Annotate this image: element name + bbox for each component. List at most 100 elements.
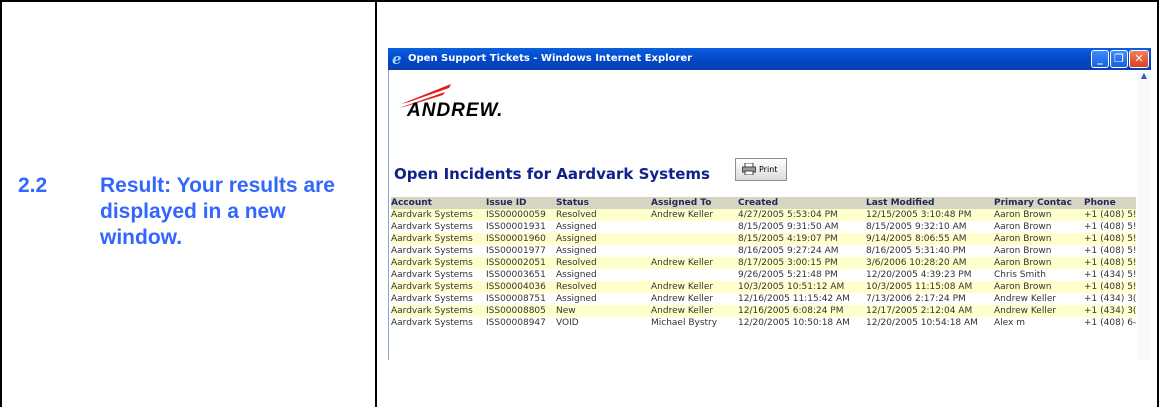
- cell-phone: +1 (408) 6-: [1084, 318, 1136, 328]
- vertical-scrollbar[interactable]: ▲: [1137, 70, 1151, 360]
- print-button[interactable]: Print: [735, 158, 787, 181]
- browser-content: ANDREW. Open Incidents for Aardvark Syst…: [388, 70, 1151, 360]
- cell-status: Assigned: [556, 294, 597, 304]
- table-row[interactable]: Aardvark Systems ISS00004036 Resolved Andre…: [391, 281, 1136, 293]
- table-row[interactable]: Aardvark Systems ISS00002051 Resolved Andre…: [391, 257, 1136, 269]
- step-text: Result: Your results are displayed in a …: [100, 174, 335, 249]
- table-row[interactable]: Aardvark Systems ISS00008805 New Andrew Kel…: [391, 305, 1136, 317]
- cell-account: Aardvark Systems: [391, 270, 473, 280]
- cell-issue-id: ISS00001977: [486, 246, 546, 256]
- browser-title: Open Support Tickets - Windows Internet …: [408, 53, 693, 64]
- table-row[interactable]: Aardvark Systems ISS00001931 Assigned 8/15/…: [391, 221, 1136, 233]
- print-label: Print: [759, 165, 778, 174]
- cell-phone: +1 (434) 3(: [1084, 306, 1136, 316]
- table-row[interactable]: Aardvark Systems ISS00001960 Assigned 8/15/…: [391, 233, 1136, 245]
- cell-issue-id: ISS00003651: [486, 270, 546, 280]
- table-border-left: [0, 0, 2, 407]
- cell-last-modified: 12/20/2005 4:39:23 PM: [866, 270, 972, 280]
- cell-phone: +1 (408) 5!: [1084, 210, 1136, 220]
- cell-last-modified: 8/16/2005 5:31:40 PM: [866, 246, 966, 256]
- maximize-button[interactable]: ❐: [1110, 50, 1128, 68]
- step-number: 2.2: [18, 174, 48, 197]
- column-header-phone[interactable]: Phone: [1084, 197, 1136, 209]
- cell-status: VOID: [556, 318, 579, 328]
- cell-account: Aardvark Systems: [391, 282, 473, 292]
- printer-icon: [742, 163, 756, 175]
- table-row[interactable]: Aardvark Systems ISS00001977 Assigned 8/16/…: [391, 245, 1136, 257]
- cell-primary-contact: Aaron Brown: [994, 210, 1052, 220]
- close-button[interactable]: ✕: [1129, 50, 1149, 68]
- column-header-account[interactable]: Account: [391, 197, 486, 209]
- scroll-up-arrow-icon[interactable]: ▲: [1139, 71, 1149, 81]
- cell-created: 9/26/2005 5:21:48 PM: [738, 270, 838, 280]
- cell-last-modified: 3/6/2006 10:28:20 AM: [866, 258, 967, 268]
- cell-phone: +1 (408) 5!: [1084, 258, 1136, 268]
- cell-issue-id: ISS00001960: [486, 234, 546, 244]
- table-row[interactable]: Aardvark Systems ISS00000059 Resolved Andre…: [391, 209, 1136, 221]
- column-header-last-modified[interactable]: Last Modified: [866, 197, 994, 209]
- incidents-table: Account Issue ID Status Assigned To Crea…: [391, 197, 1136, 329]
- minimize-button[interactable]: _: [1091, 50, 1109, 68]
- cell-last-modified: 12/20/2005 10:54:18 AM: [866, 318, 978, 328]
- table-column-divider: [375, 0, 377, 407]
- cell-phone: +1 (434) 5!: [1084, 270, 1136, 280]
- cell-phone: +1 (434) 3(: [1084, 294, 1136, 304]
- browser-title-bar[interactable]: e Open Support Tickets - Windows Interne…: [388, 48, 1151, 70]
- column-header-issue-id[interactable]: Issue ID: [486, 197, 556, 209]
- cell-phone: +1 (408) 5!: [1084, 234, 1136, 244]
- cell-primary-contact: Aaron Brown: [994, 282, 1052, 292]
- browser-window-screenshot: e Open Support Tickets - Windows Interne…: [388, 48, 1151, 360]
- cell-issue-id: ISS00008947: [486, 318, 546, 328]
- cell-assigned-to: Andrew Keller: [651, 306, 714, 316]
- cell-status: Assigned: [556, 246, 597, 256]
- column-header-status[interactable]: Status: [556, 197, 651, 209]
- cell-account: Aardvark Systems: [391, 294, 473, 304]
- cell-status: Assigned: [556, 270, 597, 280]
- cell-primary-contact: Alex m: [994, 318, 1025, 328]
- cell-created: 10/3/2005 10:51:12 AM: [738, 282, 845, 292]
- cell-primary-contact: Chris Smith: [994, 270, 1046, 280]
- cell-assigned-to: Andrew Keller: [651, 294, 714, 304]
- table-row[interactable]: Aardvark Systems ISS00008751 Assigned Andre…: [391, 293, 1136, 305]
- table-row[interactable]: Aardvark Systems ISS00008947 VOID Michael B…: [391, 317, 1136, 329]
- cell-primary-contact: Aaron Brown: [994, 258, 1052, 268]
- table-row[interactable]: Aardvark Systems ISS00003651 Assigned 9/26/…: [391, 269, 1136, 281]
- cell-issue-id: ISS00004036: [486, 282, 546, 292]
- cell-phone: +1 (408) 5!: [1084, 246, 1136, 256]
- andrew-logo: ANDREW.: [407, 100, 504, 121]
- cell-assigned-to: Andrew Keller: [651, 282, 714, 292]
- table-border-top: [0, 0, 1159, 2]
- cell-last-modified: 10/3/2005 11:15:08 AM: [866, 282, 973, 292]
- cell-issue-id: ISS00000059: [486, 210, 546, 220]
- cell-last-modified: 12/17/2005 2:12:04 AM: [866, 306, 973, 316]
- cell-account: Aardvark Systems: [391, 258, 473, 268]
- internet-explorer-icon: e: [392, 50, 402, 68]
- cell-created: 12/16/2005 11:15:42 AM: [738, 294, 850, 304]
- cell-primary-contact: Aaron Brown: [994, 222, 1052, 232]
- cell-account: Aardvark Systems: [391, 234, 473, 244]
- cell-primary-contact: Andrew Keller: [994, 306, 1057, 316]
- cell-primary-contact: Aaron Brown: [994, 246, 1052, 256]
- cell-account: Aardvark Systems: [391, 210, 473, 220]
- cell-status: Resolved: [556, 210, 597, 220]
- table-header-row: Account Issue ID Status Assigned To Crea…: [391, 197, 1136, 209]
- cell-account: Aardvark Systems: [391, 306, 473, 316]
- cell-last-modified: 7/13/2006 2:17:24 PM: [866, 294, 966, 304]
- cell-phone: +1 (408) 5!: [1084, 282, 1136, 292]
- cell-created: 12/20/2005 10:50:18 AM: [738, 318, 850, 328]
- cell-account: Aardvark Systems: [391, 222, 473, 232]
- cell-created: 8/16/2005 9:27:24 AM: [738, 246, 839, 256]
- cell-last-modified: 12/15/2005 3:10:48 PM: [866, 210, 972, 220]
- column-header-assigned-to[interactable]: Assigned To: [651, 197, 738, 209]
- cell-last-modified: 9/14/2005 8:06:55 AM: [866, 234, 967, 244]
- cell-primary-contact: Aaron Brown: [994, 234, 1052, 244]
- table-body: Aardvark Systems ISS00000059 Resolved Andre…: [391, 209, 1136, 329]
- column-header-primary-contact[interactable]: Primary Contac: [994, 197, 1084, 209]
- cell-created: 8/15/2005 4:19:07 PM: [738, 234, 838, 244]
- cell-assigned-to: Andrew Keller: [651, 258, 714, 268]
- cell-status: Resolved: [556, 282, 597, 292]
- column-header-created[interactable]: Created: [738, 197, 866, 209]
- cell-account: Aardvark Systems: [391, 318, 473, 328]
- cell-created: 8/17/2005 3:00:15 PM: [738, 258, 838, 268]
- cell-last-modified: 8/15/2005 9:32:10 AM: [866, 222, 967, 232]
